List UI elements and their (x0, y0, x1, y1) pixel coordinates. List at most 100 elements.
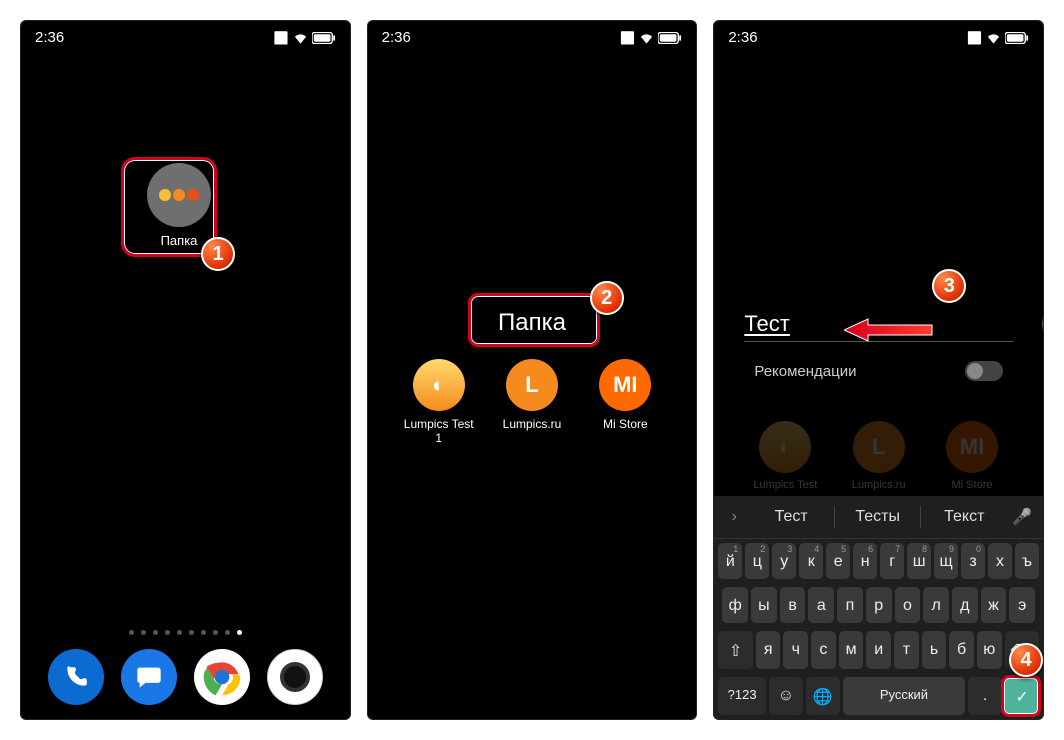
folder-icon (147, 163, 211, 227)
key[interactable]: д (952, 587, 978, 623)
folder-app[interactable]: L Lumpics.ru (842, 421, 916, 491)
key[interactable]: и (866, 631, 891, 669)
key-emoji[interactable]: ☺ (769, 677, 803, 715)
status-icons (967, 29, 1029, 46)
dock-chrome-icon[interactable] (194, 649, 250, 705)
annotation-badge-2: 2 (590, 281, 624, 315)
clear-input-icon[interactable]: ✕ (1042, 313, 1044, 335)
key[interactable]: ц2 (745, 543, 769, 579)
suggestion[interactable]: Тесты (835, 502, 921, 532)
key[interactable]: у3 (772, 543, 796, 579)
signal-icon (967, 29, 982, 46)
folder-app[interactable]: ◐ Lumpics Test 1 (402, 359, 476, 445)
key[interactable]: ь (922, 631, 947, 669)
mic-icon[interactable]: 🎤 (1007, 507, 1037, 527)
key[interactable]: ю (977, 631, 1002, 669)
app-icon-lumpics-ru: L (853, 421, 905, 473)
key[interactable]: ⇧ (718, 631, 752, 669)
recommendations-row: Рекомендации (754, 361, 1003, 381)
recommendations-label: Рекомендации (754, 363, 856, 380)
folder-contents: ◐ Lumpics Test 1 L Lumpics.ru MI Mi Stor… (402, 359, 663, 445)
app-icon-lumpics-test: ◐ (413, 359, 465, 411)
key[interactable]: ф (722, 587, 748, 623)
keyboard-row-2: фывапролджэ (714, 583, 1043, 627)
annotation-badge-1: 1 (201, 237, 235, 271)
key[interactable]: з0 (961, 543, 985, 579)
app-label: Lumpics.ru (842, 479, 916, 491)
key[interactable]: е5 (826, 543, 850, 579)
status-bar: 2:36 (368, 21, 697, 50)
suggestion-row: › Тест Тесты Текст 🎤 (714, 496, 1043, 539)
key[interactable]: х (988, 543, 1012, 579)
folder-app[interactable]: L Lumpics.ru (495, 359, 569, 445)
folder-app[interactable]: MI Mi Store (935, 421, 1009, 491)
keyboard-row-4: ?123 ☺ 🌐 Русский . ✓ (714, 673, 1043, 719)
phone-screen-2: 2:36 Папка 2 ◐ Lumpics Test 1 L Lumpics.… (367, 20, 698, 720)
status-time: 2:36 (728, 29, 757, 46)
battery-icon (1005, 32, 1029, 44)
key-enter[interactable]: ✓ (1005, 677, 1039, 715)
app-icon-lumpics-ru: L (506, 359, 558, 411)
app-label: Lumpics.ru (495, 417, 569, 431)
key[interactable]: в (780, 587, 806, 623)
key[interactable]: о (895, 587, 921, 623)
keyboard: › Тест Тесты Текст 🎤 й1ц2у3к4е5н6г7ш8щ9з… (714, 496, 1043, 719)
suggestion[interactable]: Тест (748, 502, 834, 532)
key[interactable]: м (839, 631, 864, 669)
folder-title[interactable]: Папка (368, 309, 697, 337)
key[interactable]: ъ (1015, 543, 1039, 579)
dock (21, 649, 350, 705)
dock-camera-icon[interactable] (267, 649, 323, 705)
key[interactable]: ы (751, 587, 777, 623)
key[interactable]: щ9 (934, 543, 958, 579)
page-indicator[interactable] (21, 630, 350, 635)
battery-icon (658, 32, 682, 44)
key[interactable]: й1 (718, 543, 742, 579)
recommendations-toggle[interactable] (965, 361, 1003, 381)
status-icons (274, 29, 336, 46)
status-time: 2:36 (35, 29, 64, 46)
wifi-icon (639, 32, 654, 44)
signal-icon (274, 29, 289, 46)
key[interactable]: а (808, 587, 834, 623)
home-folder[interactable]: Папка (129, 163, 229, 248)
key[interactable]: с (811, 631, 836, 669)
folder-app[interactable]: ◐ Lumpics Test (748, 421, 822, 491)
status-bar: 2:36 (21, 21, 350, 50)
key[interactable]: т (894, 631, 919, 669)
annotation-arrow-icon (844, 317, 934, 348)
app-icon-mistore: MI (946, 421, 998, 473)
key[interactable]: н6 (853, 543, 877, 579)
key[interactable]: к4 (799, 543, 823, 579)
key[interactable]: ж (981, 587, 1007, 623)
key[interactable]: э (1009, 587, 1035, 623)
wifi-icon (293, 32, 308, 44)
key[interactable]: л (923, 587, 949, 623)
suggestion[interactable]: Текст (921, 502, 1007, 532)
folder-app[interactable]: MI Mi Store (588, 359, 662, 445)
key[interactable]: я (756, 631, 781, 669)
key[interactable]: ч (783, 631, 808, 669)
app-label: Mi Store (935, 479, 1009, 491)
key[interactable]: р (866, 587, 892, 623)
phone-screen-3: 2:36 3 ✕ Рекомендации ◐ Lumpi (713, 20, 1044, 720)
dock-messages-icon[interactable] (121, 649, 177, 705)
wifi-icon (986, 32, 1001, 44)
key[interactable]: г7 (880, 543, 904, 579)
key[interactable]: б (949, 631, 974, 669)
status-icons (620, 29, 682, 46)
key-globe-icon[interactable]: 🌐 (806, 677, 840, 715)
status-time: 2:36 (382, 29, 411, 46)
key-period[interactable]: . (968, 677, 1002, 715)
app-label: Lumpics Test (748, 479, 822, 491)
app-label: Mi Store (588, 417, 662, 431)
key-space[interactable]: Русский (843, 677, 965, 715)
key-symbols[interactable]: ?123 (718, 677, 766, 715)
expand-suggestions-icon[interactable]: › (720, 508, 748, 526)
key[interactable]: п (837, 587, 863, 623)
key[interactable]: ш8 (907, 543, 931, 579)
dock-phone-icon[interactable] (48, 649, 104, 705)
app-label: Lumpics Test 1 (402, 417, 476, 445)
app-icon-lumpics-test: ◐ (759, 421, 811, 473)
annotation-badge-4: 4 (1009, 643, 1043, 677)
